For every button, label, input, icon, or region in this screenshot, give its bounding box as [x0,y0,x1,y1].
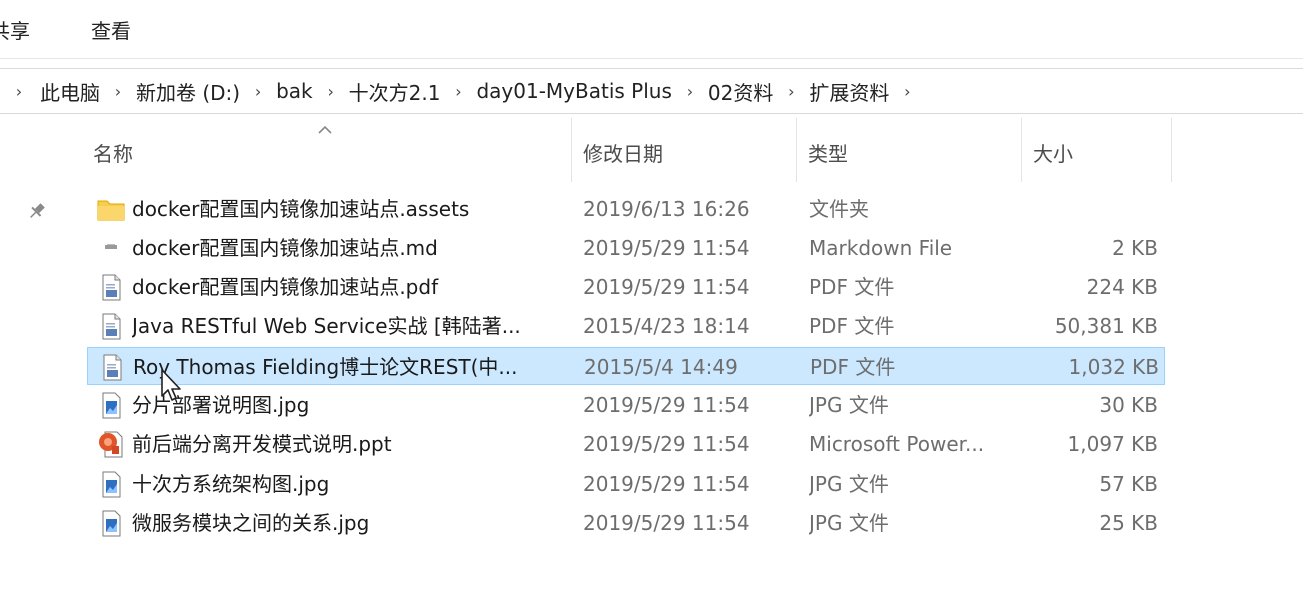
column-divider[interactable] [571,118,572,182]
tab-view[interactable]: 查看 [91,17,131,45]
breadcrumb-item-tensquare[interactable]: 十次方2.1 [347,77,443,106]
file-size: 50,381 KB [1054,314,1158,338]
markdown-file-icon [96,234,126,262]
file-modified-date: 2019/5/29 11:54 [583,472,750,496]
file-row[interactable]: 十次方系统架构图.jpg 2019/5/29 11:54 JPG 文件 57 KB [87,465,1165,503]
file-name: 分片部署说明图.jpg [132,393,310,417]
file-name: Java RESTful Web Service实战 [韩陆著... [132,314,521,338]
file-row[interactable]: 分片部署说明图.jpg 2019/5/29 11:54 JPG 文件 30 KB [87,386,1165,424]
file-size: 1,032 KB [1068,355,1159,379]
breadcrumb-item-this-pc[interactable]: 此电脑 [38,77,102,106]
file-name: docker配置国内镜像加速站点.assets [132,197,470,221]
file-row[interactable]: docker配置国内镜像加速站点.assets 2019/6/13 16:26 文件… [87,190,1165,228]
file-name: docker配置国内镜像加速站点.md [132,236,438,260]
image-file-icon [96,509,126,537]
column-divider[interactable] [1021,118,1022,182]
image-file-icon [96,391,126,419]
image-file-icon [96,470,126,498]
file-row[interactable]: docker配置国内镜像加速站点.pdf 2019/5/29 11:54 PDF 文… [87,268,1165,306]
chevron-right-icon[interactable]: › [674,82,706,101]
pdf-file-icon [96,312,126,340]
ribbon: 共享 查看 [0,0,1303,59]
file-size [987,190,1158,228]
sort-ascending-icon [318,125,332,134]
breadcrumb-item-materials[interactable]: 02资料 [706,77,775,106]
file-modified-date: 2015/4/23 18:14 [583,314,750,338]
file-row[interactable]: 前后端分离开发模式说明.ppt 2019/5/29 11:54 Microsoft … [87,425,1165,463]
file-modified-date: 2019/5/29 11:54 [583,432,750,456]
column-header-row: 名称 修改日期 类型 大小 [0,118,1303,188]
chevron-right-icon[interactable]: › [315,82,347,101]
file-modified-date: 2019/6/13 16:26 [583,197,750,221]
file-explorer-window: 共享 查看 › 此电脑 › 新加卷 (D:) › bak › 十次方2.1 › … [0,0,1303,594]
file-modified-date: 2019/5/29 11:54 [583,275,750,299]
file-size: 25 KB [1099,511,1158,535]
file-modified-date: 2019/5/29 11:54 [583,393,750,417]
file-name: 十次方系统架构图.jpg [132,472,330,496]
file-row[interactable]: Roy Thomas Fielding博士论文REST(中... 2015/5/4… [87,347,1165,385]
powerpoint-file-icon [96,430,126,458]
file-row[interactable]: docker配置国内镜像加速站点.md 2019/5/29 11:54 Markdo… [87,229,1165,267]
file-name: 前后端分离开发模式说明.ppt [132,432,392,456]
tab-share[interactable]: 共享 [0,17,30,45]
chevron-right-icon[interactable]: › [0,82,38,101]
breadcrumb: › 此电脑 › 新加卷 (D:) › bak › 十次方2.1 › day01-… [0,69,923,113]
file-modified-date: 2019/5/29 11:54 [583,511,750,535]
file-size: 2 KB [1112,236,1158,260]
folder-icon [96,195,126,223]
file-size: 1,097 KB [1067,432,1158,456]
file-size: 30 KB [1099,393,1158,417]
file-modified-date: 2015/5/4 14:49 [584,355,738,379]
file-name: 微服务模块之间的关系.jpg [132,511,370,535]
file-size: 57 KB [1099,472,1158,496]
address-bar[interactable]: › 此电脑 › 新加卷 (D:) › bak › 十次方2.1 › day01-… [0,68,1303,114]
chevron-right-icon[interactable]: › [775,82,807,101]
chevron-right-icon[interactable]: › [891,82,923,101]
chevron-right-icon[interactable]: › [242,82,274,101]
chevron-right-icon[interactable]: › [442,82,474,101]
breadcrumb-item-bak[interactable]: bak [274,79,315,103]
breadcrumb-item-day01[interactable]: day01-MyBatis Plus [474,79,673,103]
breadcrumb-item-drive-d[interactable]: 新加卷 (D:) [134,77,242,106]
file-row[interactable]: Java RESTful Web Service实战 [韩陆著... 2015/4… [87,307,1165,345]
pdf-file-icon [97,353,127,381]
file-name: Roy Thomas Fielding博士论文REST(中... [133,355,518,379]
column-divider[interactable] [796,118,797,182]
file-size: 224 KB [1086,275,1158,299]
file-row[interactable]: 微服务模块之间的关系.jpg 2019/5/29 11:54 JPG 文件 25 KB [87,504,1165,542]
pdf-file-icon [96,273,126,301]
chevron-right-icon[interactable]: › [102,82,134,101]
column-divider[interactable] [1171,118,1172,182]
file-name: docker配置国内镜像加速站点.pdf [132,275,439,299]
column-header-type[interactable]: 类型 [808,140,848,168]
file-modified-date: 2019/5/29 11:54 [583,236,750,260]
column-header-name[interactable]: 名称 [93,140,133,168]
column-header-date[interactable]: 修改日期 [583,140,663,168]
column-header-size[interactable]: 大小 [1033,140,1073,168]
breadcrumb-item-extended-materials[interactable]: 扩展资料 [807,77,891,106]
pin-icon[interactable] [26,200,48,222]
